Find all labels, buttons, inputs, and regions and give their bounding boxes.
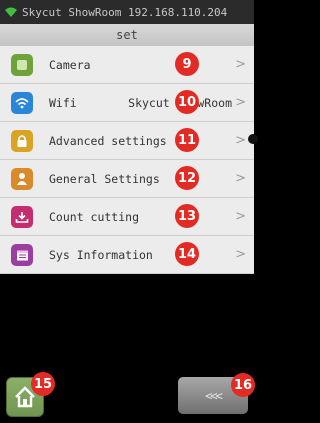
menu-item-label: Sys Information: [49, 247, 153, 262]
settings-menu: Camera > 9 Wifi Skycut ShowRoom > 10 Adv…: [0, 46, 254, 274]
menu-item-label: Wifi: [49, 95, 77, 110]
lock-icon: [11, 129, 33, 152]
calendar-icon: [11, 243, 33, 266]
menu-item-advanced-settings[interactable]: Advanced settings > 11: [0, 122, 254, 160]
callout-badge-back: 16: [231, 373, 255, 397]
status-bar-text: Skycut ShowRoom 192.168.110.204: [22, 5, 228, 19]
page-title: set: [0, 24, 254, 47]
camera-icon: [11, 53, 33, 76]
download-icon: [11, 205, 33, 228]
menu-item-sys-information[interactable]: Sys Information > 14: [0, 236, 254, 274]
chevron-right-icon: >: [235, 57, 246, 72]
menu-item-label: General Settings: [49, 171, 160, 186]
wifi-status-icon: [5, 7, 17, 17]
menu-item-label: Count cutting: [49, 209, 140, 224]
callout-badge: 12: [175, 166, 199, 190]
menu-item-camera[interactable]: Camera > 9: [0, 46, 254, 84]
chevron-right-icon: >: [235, 95, 246, 110]
menu-item-label: Camera: [49, 57, 91, 72]
menu-item-label: Advanced settings: [49, 133, 167, 148]
callout-badge: 13: [175, 204, 199, 228]
callout-badge: 14: [175, 242, 199, 266]
chevron-right-icon: >: [235, 171, 246, 186]
chevron-right-icon: >: [235, 209, 246, 224]
wifi-icon: [11, 91, 33, 114]
status-bar: Skycut ShowRoom 192.168.110.204: [0, 0, 254, 24]
callout-badge-home: 15: [31, 372, 55, 396]
callout-badge: 10: [175, 90, 199, 114]
back-arrows-icon: <<<: [205, 388, 223, 403]
page-title-text: set: [116, 28, 138, 42]
menu-item-wifi[interactable]: Wifi Skycut ShowRoom > 10: [0, 84, 254, 122]
menu-item-count-cutting[interactable]: Count cutting > 13: [0, 198, 254, 236]
callout-badge: 11: [175, 128, 199, 152]
chevron-right-icon: >: [235, 133, 246, 148]
chevron-right-icon: >: [235, 247, 246, 262]
menu-item-general-settings[interactable]: General Settings > 12: [0, 160, 254, 198]
callout-badge: 9: [175, 52, 199, 76]
user-icon: [11, 167, 33, 190]
edge-indicator: [248, 134, 258, 144]
